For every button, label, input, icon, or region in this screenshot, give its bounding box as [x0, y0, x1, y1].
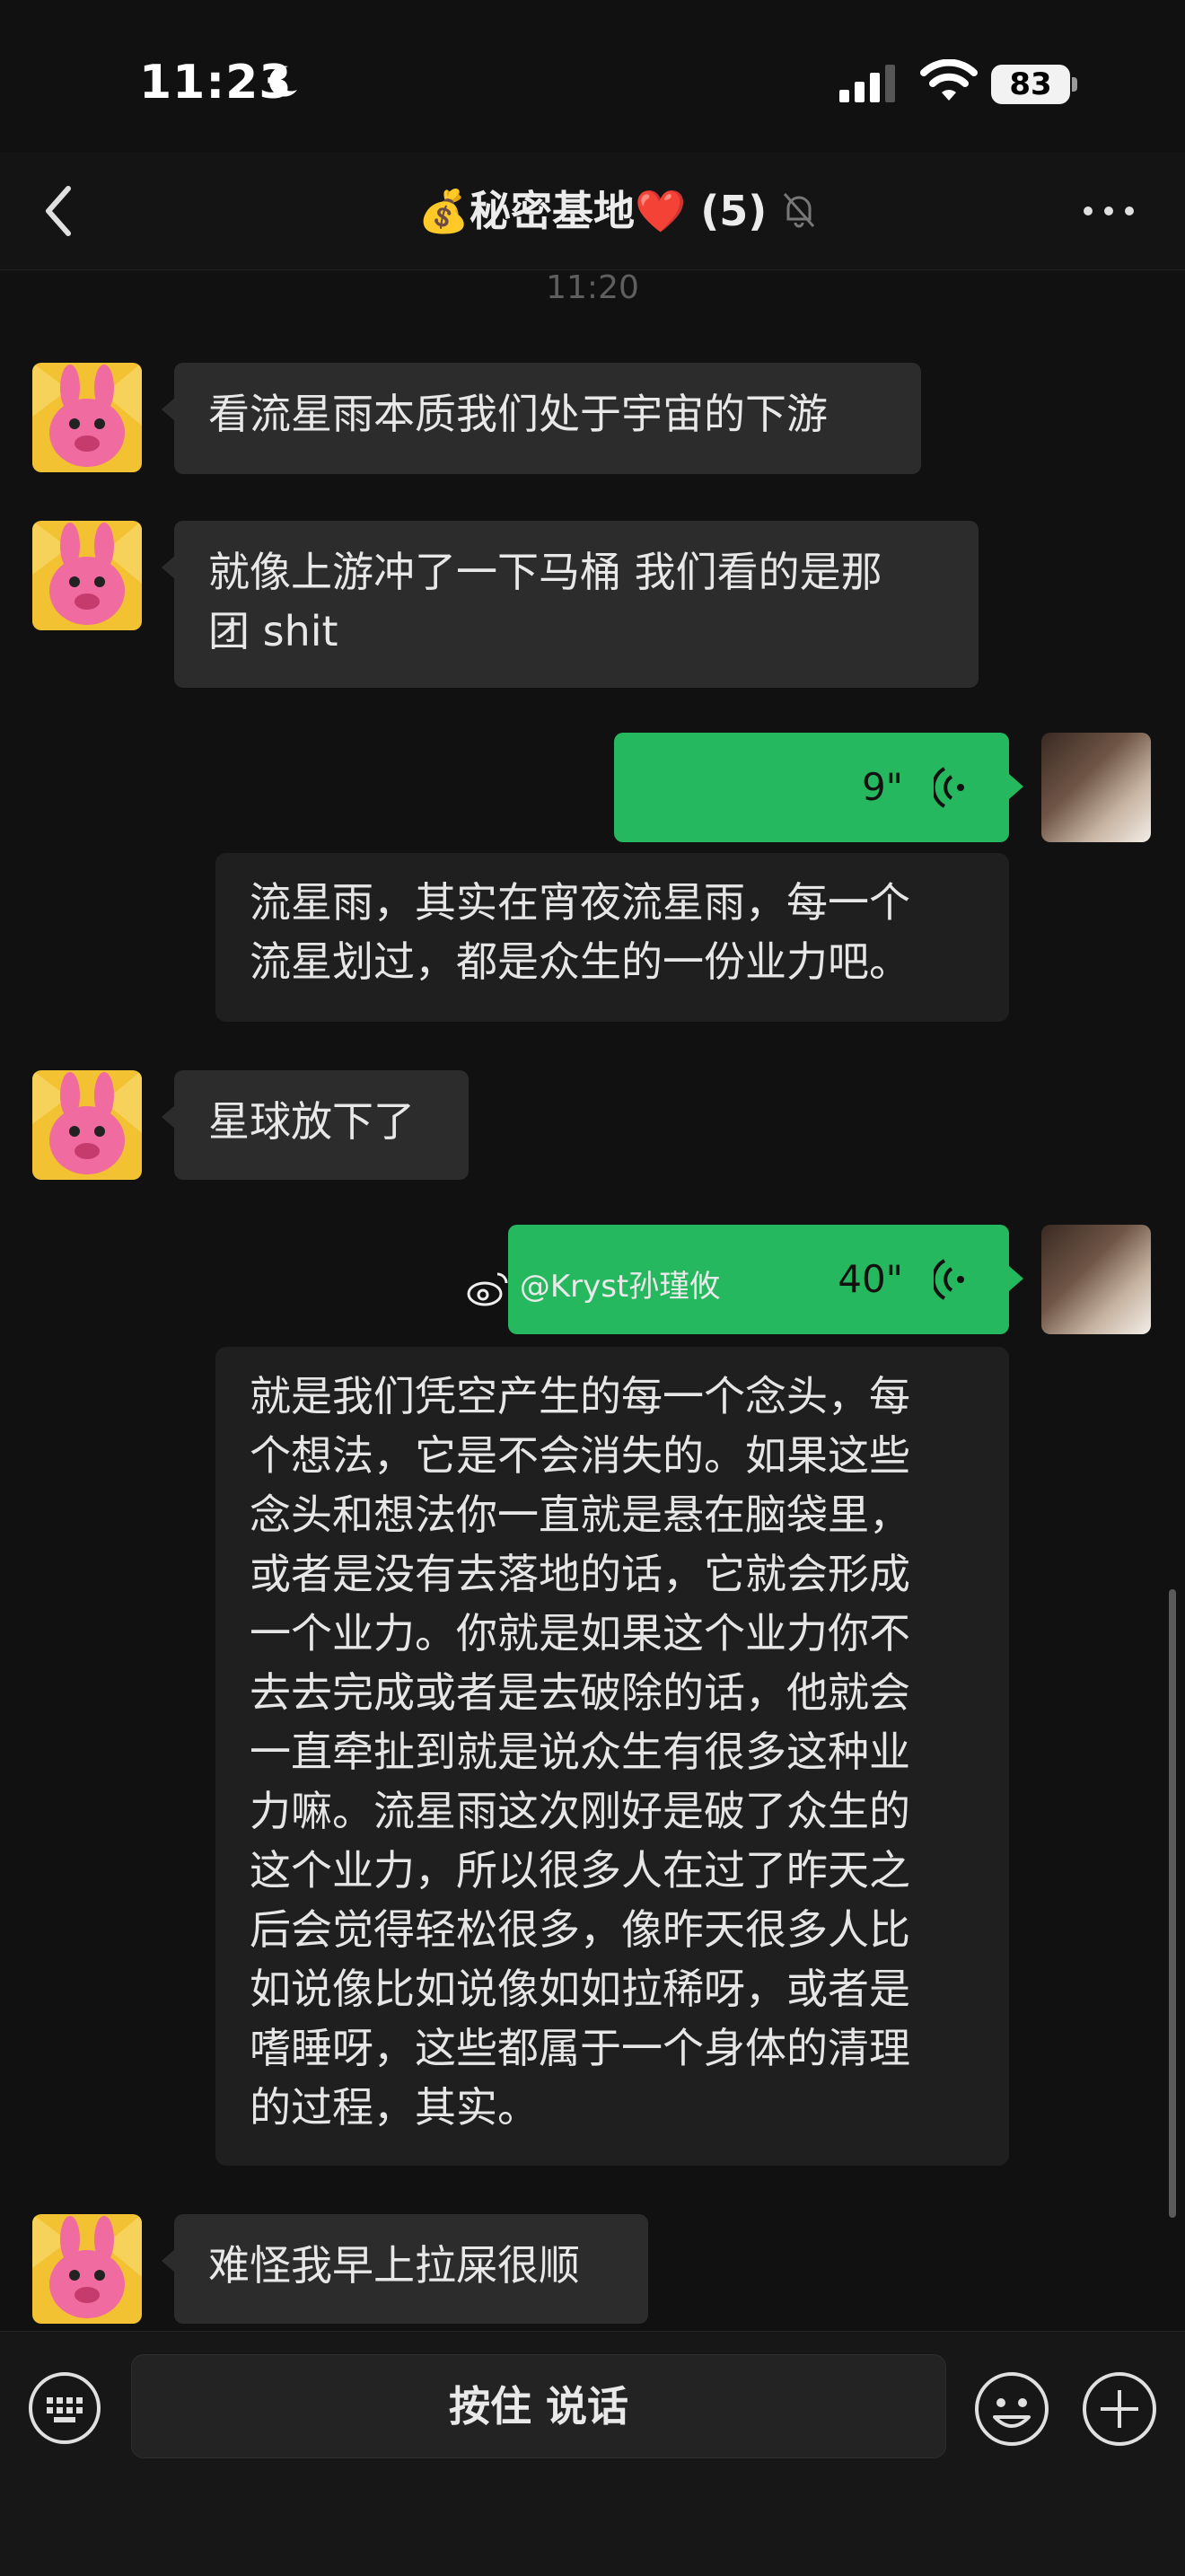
- voice-transcript: 就是我们凭空产生的每一个念头，每 个想法，它是不会消失的。如果这些 念头和想法你…: [215, 1347, 1009, 2166]
- transcript-line: 如说像比如说像如如拉稀呀，或者是: [250, 1965, 910, 2013]
- voice-wave-icon: [934, 767, 964, 808]
- transcript-line: 力嘛。流星雨这次刚好是破了众生的: [250, 1787, 910, 1835]
- transcript-line: 念头和想法你一直就是悬在脑袋里，: [250, 1490, 910, 1539]
- more-icon[interactable]: [1077, 184, 1140, 238]
- avatar[interactable]: [32, 2214, 142, 2324]
- hold-to-talk-button[interactable]: 按住 说话: [131, 2354, 946, 2458]
- battery-indicator: 83: [991, 65, 1070, 104]
- message-bubble[interactable]: 就像上游冲了一下马桶 我们看的是那 团 shit: [162, 521, 979, 688]
- message-text: 看流星雨本质我们处于宇宙的下游: [208, 390, 828, 438]
- keyboard-icon[interactable]: [27, 2370, 102, 2446]
- message-text: 难怪我早上拉屎很顺: [208, 2241, 580, 2290]
- plus-icon[interactable]: [1081, 2370, 1158, 2448]
- transcript-line: 去去完成或者是去破除的话，他就会: [250, 1668, 910, 1717]
- message-bubble[interactable]: 难怪我早上拉屎很顺: [162, 2214, 648, 2324]
- pink-rabbit-avatar: [32, 521, 142, 630]
- transcript-line: 一个业力。你就是如果这个业力你不: [250, 1609, 910, 1657]
- watermark: @Kryst孙瑾攸: [467, 1262, 720, 1306]
- scrollbar[interactable]: [1169, 1589, 1176, 2218]
- voice-transcript: 流星雨，其实在宵夜流星雨，每一个 流星划过，都是众生的一份业力吧。: [215, 853, 1009, 1022]
- transcript-line: 就是我们凭空产生的每一个念头，每: [250, 1372, 910, 1420]
- voice-wave-icon: [934, 1259, 964, 1300]
- avatar[interactable]: [32, 521, 142, 630]
- voice-duration: 9": [861, 765, 903, 809]
- my-avatar[interactable]: [1041, 1225, 1151, 1334]
- transcript-line: 一直牵扯到就是说众生有很多这种业: [250, 1728, 910, 1776]
- transcript-line: 流星划过，都是众生的一份业力吧。: [250, 937, 910, 986]
- battery-nub: [1072, 77, 1077, 92]
- transcript-line: 或者是没有去落地的话，它就会形成: [250, 1550, 910, 1598]
- message-text-line: 团 shit: [208, 607, 338, 655]
- avatar[interactable]: [32, 363, 142, 472]
- transcript-line: 这个业力，所以很多人在过了昨天之: [250, 1846, 910, 1895]
- voice-duration: 40": [838, 1257, 903, 1301]
- message-text-line: 就像上游冲了一下马桶 我们看的是那: [208, 548, 882, 596]
- mute-bell-icon: [783, 193, 815, 228]
- message-timestamp: 11:20: [546, 269, 639, 306]
- message-bubble[interactable]: 星球放下了: [162, 1070, 469, 1180]
- transcript-line: 后会觉得轻松很多，像昨天很多人比: [250, 1905, 910, 1954]
- transcript-line: 的过程，其实。: [250, 2083, 539, 2132]
- transcript-line: 流星雨，其实在宵夜流星雨，每一个: [250, 878, 910, 927]
- watermark-text: @Kryst孙瑾攸: [519, 1269, 721, 1305]
- my-avatar[interactable]: [1041, 733, 1151, 842]
- emoji-icon[interactable]: [973, 2370, 1050, 2448]
- weibo-icon: [467, 1272, 508, 1306]
- avatar[interactable]: [32, 1070, 142, 1180]
- pink-rabbit-avatar: [32, 1070, 142, 1180]
- wifi-icon: [920, 59, 978, 101]
- moon-icon: [268, 66, 297, 97]
- pink-rabbit-avatar: [32, 2214, 142, 2324]
- chat-title: 💰秘密基地❤️ (5): [417, 187, 768, 235]
- message-text: 星球放下了: [208, 1097, 415, 1146]
- voice-message[interactable]: 9": [614, 733, 1023, 842]
- message-bubble[interactable]: 看流星雨本质我们处于宇宙的下游: [162, 363, 921, 474]
- signal-icon: [839, 65, 895, 102]
- pink-rabbit-avatar: [32, 363, 142, 472]
- transcript-line: 个想法，它是不会消失的。如果这些: [250, 1431, 910, 1480]
- transcript-line: 嗜睡呀，这些都属于一个身体的清理: [250, 2024, 910, 2072]
